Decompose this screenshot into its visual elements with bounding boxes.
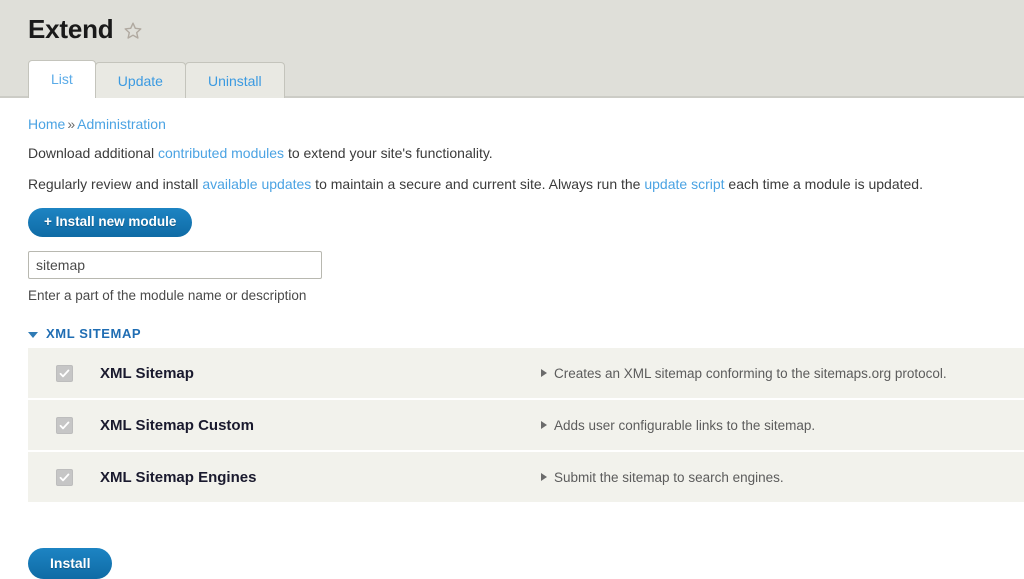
form-actions: Install [0,502,1024,579]
install-new-module-button[interactable]: + Install new module [28,208,193,237]
tab-list[interactable]: List [28,60,96,98]
module-description: Adds user configurable links to the site… [554,417,816,433]
triangle-right-icon[interactable] [541,369,547,377]
page-title-row: Extend [0,0,1024,44]
module-filter-input[interactable] [28,251,322,279]
module-checkbox-cell [28,452,100,502]
breadcrumb-link-home[interactable]: Home [28,116,65,132]
intro-paragraph-2: Regularly review and install available u… [28,163,996,194]
breadcrumb: Home» Administration [28,98,996,133]
module-checkbox-cell [28,400,100,450]
table-row[interactable]: XML Sitemap Engines Submit the sitemap t… [28,452,1024,502]
intro-text-before: Download additional [28,145,158,161]
package-toggle-xml-sitemap[interactable]: XML SITEMAP [28,304,996,348]
modules-table: XML Sitemap Creates an XML sitemap confo… [28,348,1024,502]
table-row[interactable]: XML Sitemap Custom Adds user configurabl… [28,400,1024,450]
package-title: XML SITEMAP [46,326,142,341]
tab-update[interactable]: Update [94,62,186,98]
module-enable-checkbox[interactable] [55,364,73,382]
page-header: Extend List Update Uninstall [0,0,1024,98]
module-filter-description: Enter a part of the module name or descr… [28,288,307,303]
module-filter-group: Enter a part of the module name or descr… [28,237,996,304]
module-description-cell: Adds user configurable links to the site… [541,400,1024,450]
tab-uninstall[interactable]: Uninstall [184,62,285,98]
module-enable-checkbox[interactable] [55,416,73,434]
module-name: XML Sitemap Custom [100,416,254,434]
intro2-text-middle: to maintain a secure and current site. A… [311,176,645,192]
module-name: XML Sitemap [100,364,194,382]
module-description-cell: Creates an XML sitemap conforming to the… [541,348,1024,398]
module-description-cell: Submit the sitemap to search engines. [541,452,1024,502]
triangle-right-icon[interactable] [541,473,547,481]
table-row[interactable]: XML Sitemap Creates an XML sitemap confo… [28,348,1024,398]
contributed-modules-link[interactable]: contributed modules [158,145,284,161]
intro-text-after: to extend your site's functionality. [284,145,493,161]
breadcrumb-link-administration[interactable]: Administration [77,116,166,132]
intro-paragraph-1: Download additional contributed modules … [28,133,996,163]
main-content: Home» Administration Download additional … [0,98,1024,348]
intro2-text-before: Regularly review and install [28,176,203,192]
page-title: Extend [28,14,114,44]
module-enable-checkbox[interactable] [55,468,73,486]
module-description: Submit the sitemap to search engines. [554,469,784,485]
breadcrumb-separator: » [67,116,76,132]
triangle-right-icon[interactable] [541,421,547,429]
module-description: Creates an XML sitemap conforming to the… [554,365,947,381]
available-updates-link[interactable]: available updates [202,176,311,192]
module-checkbox-cell [28,348,100,398]
intro2-text-after: each time a module is updated. [724,176,923,192]
primary-tabs: List Update Uninstall [28,60,285,98]
update-script-link[interactable]: update script [644,176,724,192]
triangle-down-icon [28,331,38,338]
star-outline-icon[interactable] [123,21,143,41]
module-name: XML Sitemap Engines [100,468,257,486]
